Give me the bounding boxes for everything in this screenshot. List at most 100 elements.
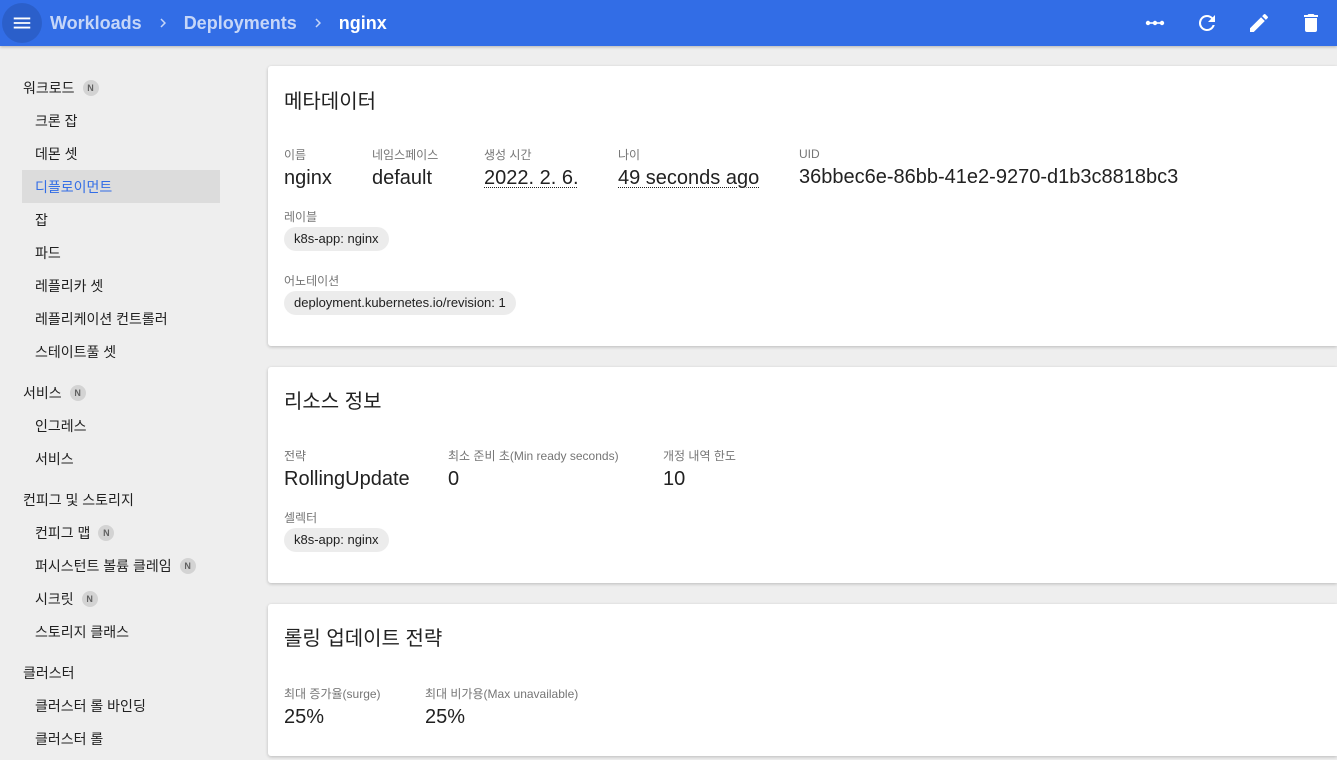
more-horiz-icon xyxy=(1145,20,1165,26)
field-created: 생성 시간 2022. 2. 6. xyxy=(484,148,579,191)
annotation-chip: deployment.kubernetes.io/revision: 1 xyxy=(284,291,516,315)
field-label: UID xyxy=(799,147,820,161)
field-label: 네임스페이스 xyxy=(372,148,439,162)
chevron-right-icon xyxy=(151,11,175,35)
breadcrumb-deployments[interactable]: Deployments xyxy=(184,13,297,34)
sidebar-item-label: 레플리카 셋 xyxy=(35,277,104,294)
sidebar-item-label: 파드 xyxy=(35,244,61,261)
sidebar-item-config-maps[interactable]: 컨피그 맵 N xyxy=(22,516,220,549)
sidebar-section-config-storage[interactable]: 컨피그 및 스토리지 xyxy=(0,483,240,516)
breadcrumb-workloads[interactable]: Workloads xyxy=(50,13,142,34)
sidebar-item-replica-sets[interactable]: 레플리카 셋 xyxy=(22,269,220,302)
sidebar-item-services[interactable]: 서비스 xyxy=(22,442,220,475)
card-title: 리소스 정보 xyxy=(284,391,382,413)
sidebar-item-label: 인그레스 xyxy=(35,417,87,434)
refresh-button[interactable] xyxy=(1181,0,1233,46)
sidebar-section-services[interactable]: 서비스 N xyxy=(0,376,240,409)
edit-button[interactable] xyxy=(1233,0,1285,46)
sidebar-item-storage-classes[interactable]: 스토리지 클래스 xyxy=(22,615,220,648)
sidebar-item-label: 잡 xyxy=(35,211,48,228)
top-bar: Workloads Deployments nginx xyxy=(0,0,1337,46)
sidebar-item-label: 시크릿 xyxy=(35,590,74,607)
sidebar-item-label: 스토리지 클래스 xyxy=(35,623,130,640)
sidebar-item-jobs[interactable]: 잡 xyxy=(22,203,220,236)
sidebar-item-label: 클러스터 롤 xyxy=(35,730,104,747)
field-label: 개정 내역 한도 xyxy=(663,449,736,463)
field-name: 이름 nginx xyxy=(284,148,332,191)
field-value: 10 xyxy=(663,468,686,490)
sidebar-section-workloads[interactable]: 워크로드 N xyxy=(0,71,240,104)
sidebar-section-label: 워크로드 xyxy=(23,79,75,96)
field-label: 최대 증가율(surge) xyxy=(284,687,381,701)
field-namespace: 네임스페이스 default xyxy=(372,148,438,191)
field-value: 25% xyxy=(425,706,466,728)
sidebar-item-cluster-roles[interactable]: 클러스터 롤 xyxy=(22,722,220,755)
refresh-icon xyxy=(1198,14,1215,31)
field-value: 49 seconds ago xyxy=(618,167,760,189)
field-uid: UID 36bbec6e-86bb-41e2-9270-d1b3c8818bc3 xyxy=(799,147,1178,190)
sidebar-item-pvc[interactable]: 퍼시스턴트 볼륨 클레임 N xyxy=(22,549,220,582)
selector-chip: k8s-app: nginx xyxy=(284,528,389,552)
rolling-update-card: 롤링 업데이트 전략 최대 증가율(surge) 25% 최대 비가용(Max … xyxy=(268,604,1337,756)
sidebar-item-label: 디플로이먼트 xyxy=(35,178,113,195)
resource-info-card: 리소스 정보 전략 RollingUpdate 최소 준비 초(Min read… xyxy=(268,367,1337,583)
namespaced-badge: N xyxy=(69,384,86,401)
sidebar-item-label: 클러스터 롤 바인딩 xyxy=(35,697,146,714)
sidebar-item-label: 데몬 셋 xyxy=(35,145,78,162)
field-value: default xyxy=(372,167,433,189)
field-label: 최대 비가용(Max unavailable) xyxy=(425,687,579,701)
field-label: 셀렉터 xyxy=(284,511,318,525)
sidebar-item-secrets[interactable]: 시크릿 N xyxy=(22,582,220,615)
sidebar-item-deployments[interactable]: 디플로이먼트 xyxy=(22,170,220,203)
sidebar-item-label: 퍼시스턴트 볼륨 클레임 xyxy=(35,557,172,574)
field-max-surge: 최대 증가율(surge) 25% xyxy=(284,687,381,730)
field-age: 나이 49 seconds ago xyxy=(618,148,759,191)
card-title: 롤링 업데이트 전략 xyxy=(284,628,443,650)
namespaced-badge: N xyxy=(98,524,115,541)
sidebar-item-daemon-sets[interactable]: 데몬 셋 xyxy=(22,137,220,170)
field-max-unavailable: 최대 비가용(Max unavailable) 25% xyxy=(425,687,578,730)
field-value: nginx xyxy=(284,167,332,189)
field-min-ready: 최소 준비 초(Min ready seconds) 0 xyxy=(448,449,619,492)
more-button[interactable] xyxy=(1129,0,1181,46)
edit-icon xyxy=(1250,13,1269,33)
sidebar-item-label: 크론 잡 xyxy=(35,112,78,129)
sidebar-section-cluster[interactable]: 클러스터 xyxy=(0,656,240,689)
field-label: 레이블 xyxy=(284,210,318,224)
sidebar-item-cluster-role-bindings[interactable]: 클러스터 롤 바인딩 xyxy=(22,689,220,722)
sidebar-item-label: 레플리케이션 컨트롤러 xyxy=(35,310,168,327)
breadcrumb: Workloads Deployments nginx xyxy=(50,11,387,35)
sidebar-item-replication-controllers[interactable]: 레플리케이션 컨트롤러 xyxy=(22,302,220,335)
sidebar-item-ingresses[interactable]: 인그레스 xyxy=(22,409,220,442)
sidebar-item-stateful-sets[interactable]: 스테이트풀 셋 xyxy=(22,335,220,368)
menu-icon xyxy=(13,17,31,29)
field-value: 2022. 2. 6. xyxy=(484,167,579,189)
sidebar-section-label: 컨피그 및 스토리지 xyxy=(23,491,134,508)
field-label: 생성 시간 xyxy=(484,148,532,162)
field-label: 어노테이션 xyxy=(284,274,340,288)
delete-button[interactable] xyxy=(1285,0,1337,46)
sidebar-item-label: 서비스 xyxy=(35,450,74,467)
sidebar-item-cron-jobs[interactable]: 크론 잡 xyxy=(22,104,220,137)
field-label: 최소 준비 초(Min ready seconds) xyxy=(448,449,619,463)
sidebar-section-label: 서비스 xyxy=(23,384,62,401)
field-labels: 레이블 k8s-app: nginx xyxy=(284,210,389,251)
sidebar-section-label: 클러스터 xyxy=(23,664,75,681)
delete-icon xyxy=(1304,14,1318,32)
card-title: 메타데이터 xyxy=(284,91,376,113)
namespaced-badge: N xyxy=(81,590,98,607)
sidebar-item-label: 스테이트풀 셋 xyxy=(35,343,117,360)
menu-button[interactable] xyxy=(2,3,42,43)
field-annotations: 어노테이션 deployment.kubernetes.io/revision:… xyxy=(284,274,516,315)
label-chip: k8s-app: nginx xyxy=(284,227,389,251)
namespaced-badge: N xyxy=(82,79,99,96)
field-label: 이름 xyxy=(284,148,307,162)
field-strategy: 전략 RollingUpdate xyxy=(284,449,410,492)
breadcrumb-current: nginx xyxy=(338,12,387,33)
field-value: 25% xyxy=(284,706,325,728)
sidebar-item-label: 컨피그 맵 xyxy=(35,524,91,541)
metadata-card: 메타데이터 이름 nginx 네임스페이스 default 생성 시간 2022… xyxy=(268,66,1337,346)
field-value: 36bbec6e-86bb-41e2-9270-d1b3c8818bc3 xyxy=(799,166,1179,188)
sidebar-item-pods[interactable]: 파드 xyxy=(22,236,220,269)
field-value: RollingUpdate xyxy=(284,468,410,490)
